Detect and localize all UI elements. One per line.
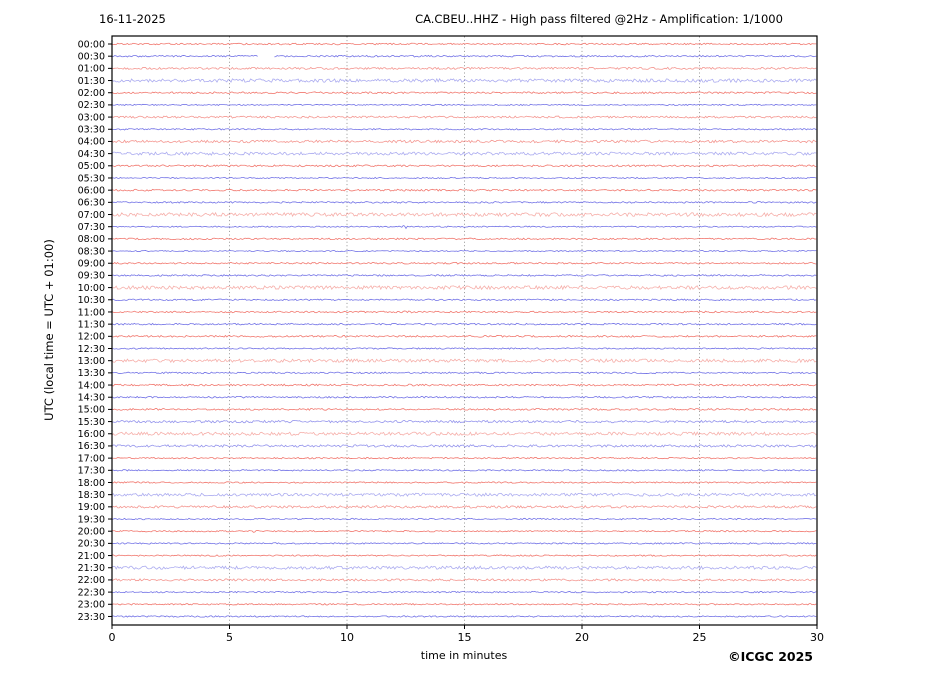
y-tick-label: 13:30 (78, 368, 105, 379)
y-tick-label: 19:00 (78, 502, 105, 513)
y-tick-label: 09:30 (78, 271, 105, 282)
y-tick-label: 23:30 (78, 612, 105, 623)
helicorder-plot: 00:0000:30 01:0001:3002:0002:3003:00 03:30… (78, 35, 824, 644)
trace-16:30 (111, 444, 817, 448)
y-tick-label: 01:00 (78, 64, 105, 75)
y-tick-label: 14:00 (78, 380, 105, 391)
trace-10:30 (111, 298, 817, 302)
trace-03:30 (111, 128, 817, 131)
y-tick-label: 03:00 (78, 112, 105, 123)
x-axis-label: time in minutes (420, 649, 508, 662)
y-tick-label: 18:00 (78, 478, 105, 489)
y-tick-label: 15:30 (78, 417, 105, 428)
y-tick-label: 00:30 (78, 51, 105, 62)
y-tick-label: 20:30 (78, 539, 105, 550)
y-tick-label: 01:30 (78, 76, 105, 87)
y-tick-label: 20:00 (78, 527, 105, 538)
y-tick-label: 06:00 (78, 185, 105, 196)
y-tick-label: 05:30 (78, 173, 105, 184)
y-tick-label: 19:30 (78, 514, 105, 525)
y-tick-label: 02:00 (78, 88, 105, 99)
trace-08:30 (111, 250, 817, 253)
y-tick-label: 04:00 (78, 137, 105, 148)
plot-frame (111, 35, 818, 626)
x-tick-label: 0 (109, 631, 116, 644)
trace-12:30 (111, 347, 817, 350)
trace-20:30 (111, 542, 817, 545)
trace-15:00 (111, 407, 817, 411)
y-tick-label: 08:30 (78, 246, 105, 257)
x-tick-label: 10 (340, 631, 354, 644)
y-tick-label: 06:30 (78, 198, 105, 209)
y-tick-label: 05:00 (78, 161, 105, 172)
y-tick-label: 17:30 (78, 466, 105, 477)
trace-23:00 (111, 603, 817, 606)
y-tick-label: 09:00 (78, 259, 105, 270)
y-tick-label: 22:30 (78, 587, 105, 598)
trace-18:00 (111, 481, 817, 484)
y-tick-label: 21:30 (78, 563, 105, 574)
figure-date-label: 16-11-2025 (99, 12, 166, 26)
trace-11:00 (111, 310, 817, 314)
trace-20:00 (111, 530, 817, 533)
y-tick-label: 16:00 (78, 429, 105, 440)
y-tick-label: 04:30 (78, 149, 105, 160)
y-tick-label: 11:30 (78, 319, 105, 330)
y-tick-label: 08:00 (78, 234, 105, 245)
y-tick-label: 00:00 (78, 39, 105, 50)
y-tick-label: 10:30 (78, 295, 105, 306)
y-tick-label: 17:00 (78, 453, 105, 464)
trace-05:30 (111, 176, 817, 180)
trace-01:30 (111, 77, 817, 84)
y-tick-label: 07:30 (78, 222, 105, 233)
y-tick-label: 02:30 (78, 100, 105, 111)
y-tick-label: 13:00 (78, 356, 105, 367)
trace-04:00 (111, 139, 817, 144)
x-tick-label: 15 (458, 631, 472, 644)
trace-00:30 (111, 54, 817, 58)
y-tick-label: 22:00 (78, 575, 105, 586)
x-tick-label: 20 (575, 631, 589, 644)
x-tick-label: 25 (693, 631, 707, 644)
y-tick-label: 10:00 (78, 283, 105, 294)
trace-02:00 (111, 91, 817, 95)
trace-23:30 (111, 615, 817, 618)
y-tick-label: 21:00 (78, 551, 105, 562)
y-tick-label: 23:00 (78, 600, 105, 611)
y-axis-label: UTC (local time = UTC + 01:00) (42, 239, 56, 421)
trace-13:00 (111, 358, 817, 364)
trace-22:30 (111, 590, 817, 594)
x-tick-label: 30 (810, 631, 824, 644)
trace-19:00 (111, 504, 817, 509)
helicorder-figure: 00:00 00:30 01:00 01:30 02:00 02:30 03:00 03:30… (0, 0, 927, 696)
x-tick-label: 5 (226, 631, 233, 644)
y-tick-label: 03:30 (78, 125, 105, 136)
y-tick-label: 16:30 (78, 441, 105, 452)
y-tick-label: 14:30 (78, 393, 105, 404)
y-tick-label: 15:00 (78, 405, 105, 416)
y-tick-label: 11:00 (78, 307, 105, 318)
y-tick-label: 12:00 (78, 332, 105, 343)
trace-02:30 (111, 103, 817, 106)
y-tick-label: 12:30 (78, 344, 105, 355)
trace-17:30 (112, 469, 817, 472)
copyright-label: ©ICGC 2025 (728, 649, 813, 664)
trace-06:00 (111, 188, 817, 192)
figure-title: CA.CBEU..HHZ - High pass filtered @2Hz -… (415, 12, 783, 26)
y-tick-label: 07:00 (78, 210, 105, 221)
y-tick-label: 18:30 (78, 490, 105, 501)
trace-14:00 (111, 383, 817, 387)
